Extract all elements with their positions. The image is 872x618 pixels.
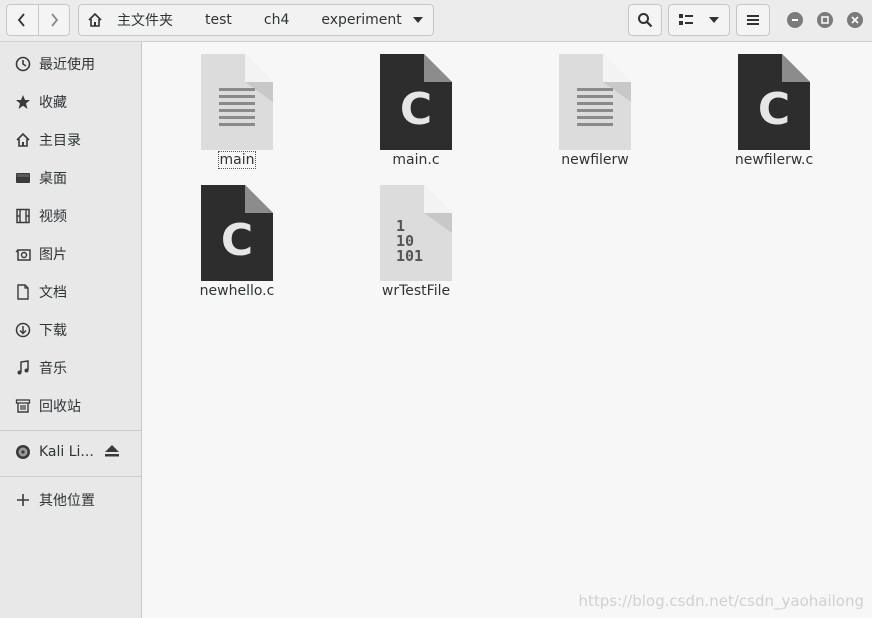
close-button[interactable] [847,12,863,28]
c-source-file-icon: C [380,54,452,150]
svg-text:C: C [221,215,253,266]
sidebar-item-label: 下载 [39,323,67,339]
svg-text:101: 101 [396,247,423,265]
file-name: newfilerw [561,152,629,168]
music-icon [14,359,32,377]
sidebar-item-documents[interactable]: 文档 [0,274,141,310]
sidebar-item-downloads[interactable]: 下载 [0,312,141,348]
c-source-file-icon: C [738,54,810,150]
sidebar-item-recent[interactable]: 最近使用 [0,46,141,82]
sidebar-item-trash[interactable]: 回收站 [0,388,141,424]
path-home-button[interactable] [79,5,111,35]
back-button[interactable] [7,5,38,35]
disc-icon [14,443,32,461]
navigation-buttons [6,4,70,36]
star-icon [14,93,32,111]
path-menu-button[interactable] [403,5,433,35]
document-icon [14,283,32,301]
svg-text:C: C [758,84,790,135]
sidebar-item-label: 桌面 [39,171,67,187]
sidebar-item-label: 收藏 [39,95,67,111]
dropdown-icon [413,17,423,23]
file-item[interactable]: C main.c [341,42,491,170]
chevron-left-icon [18,13,26,27]
file-item[interactable]: main [162,42,312,170]
maximize-icon [821,16,829,24]
sidebar-item-home[interactable]: 主目录 [0,122,141,158]
forward-button[interactable] [37,5,69,35]
sidebar-item-label: Kali Li... [39,444,94,460]
file-item[interactable]: 1 10 101 wrTestFile [341,173,491,301]
sidebar-item-label: 图片 [39,247,67,263]
download-icon [14,321,32,339]
sidebar-separator [0,476,141,477]
sidebar-item-videos[interactable]: 视频 [0,198,141,234]
crumb-home[interactable]: 主文件夹 [113,10,177,30]
home-icon [88,12,102,27]
sidebar-item-other-locations[interactable]: 其他位置 [0,482,141,518]
sidebar-item-pictures[interactable]: 图片 [0,236,141,272]
sidebar-separator [0,430,141,431]
file-name: main.c [392,152,440,168]
sidebar-item-label: 回收站 [39,399,81,415]
sidebar-item-music[interactable]: 音乐 [0,350,141,386]
close-icon [851,16,859,24]
crumb-ch4[interactable]: ch4 [260,12,293,28]
hamburger-icon [747,15,759,25]
trash-icon [14,397,32,415]
file-name: newhello.c [199,283,275,299]
search-button[interactable] [628,4,662,36]
file-item[interactable]: C newhello.c [162,173,312,301]
menu-button[interactable] [736,4,770,36]
crumb-test[interactable]: test [201,12,236,28]
minimize-icon [792,19,798,21]
sidebar-item-label: 其他位置 [39,493,95,509]
maximize-button[interactable] [817,12,833,28]
plus-icon [14,491,32,509]
sidebar-item-label: 文档 [39,285,67,301]
file-name: newfilerw.c [734,152,814,168]
sidebar-item-starred[interactable]: 收藏 [0,84,141,120]
crumb-experiment[interactable]: experiment [317,12,405,28]
minimize-button[interactable] [787,12,803,28]
file-name: main [217,151,257,169]
chevron-right-icon [51,13,59,27]
list-view-icon [679,14,693,25]
chevron-down-icon [709,17,719,23]
home-icon [14,131,32,149]
sidebar-item-label: 视频 [39,209,67,225]
search-icon [638,13,653,28]
binary-file-icon: 1 10 101 [380,185,452,281]
svg-text:C: C [400,84,432,135]
text-file-icon [201,54,273,150]
view-options-button[interactable] [668,4,730,36]
film-icon [14,207,32,225]
watermark: https://blog.csdn.net/csdn_yaohailong [578,592,864,610]
file-item[interactable]: newfilerw [520,42,670,170]
path-bar: 主文件夹 test ch4 experiment [78,4,434,36]
sidebar-item-label: 主目录 [39,133,81,149]
camera-icon [14,245,32,263]
c-source-file-icon: C [201,185,273,281]
file-name: wrTestFile [381,283,451,299]
sidebar-item-label: 音乐 [39,361,67,377]
sidebar-item-device[interactable]: Kali Li... [0,434,141,470]
text-file-icon [559,54,631,150]
file-view: main C main.c newfilerw C newfilerw.c C … [142,42,872,618]
header-bar: 主文件夹 test ch4 experiment [0,0,872,42]
desktop-icon [14,169,32,187]
file-item[interactable]: C newfilerw.c [699,42,849,170]
sidebar: 最近使用 收藏 主目录 桌面 视频 图片 文档 下载 音乐 回收站 Kali L… [0,42,142,618]
sidebar-item-label: 最近使用 [39,57,95,73]
clock-icon [14,55,32,73]
sidebar-item-desktop[interactable]: 桌面 [0,160,141,196]
eject-icon[interactable] [104,444,120,462]
